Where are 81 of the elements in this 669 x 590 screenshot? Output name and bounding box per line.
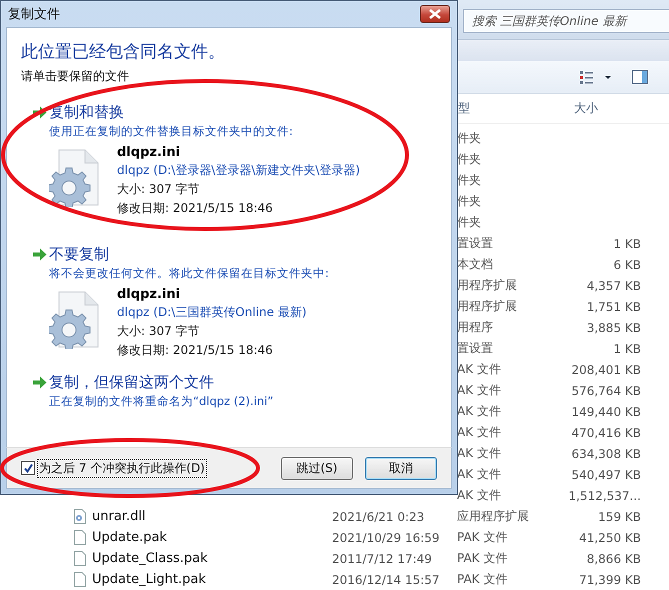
date-cell: 2016/12/14 15:57 bbox=[332, 572, 440, 586]
type-cell: 用程序扩展 bbox=[457, 278, 517, 292]
size-cell: 208,401 KB bbox=[571, 362, 641, 376]
file-icon bbox=[74, 572, 86, 587]
type-cell: 应用程序扩展 bbox=[457, 509, 529, 523]
type-cell: 件夹 bbox=[457, 152, 481, 166]
option-title[interactable]: 不要复制 bbox=[49, 245, 109, 264]
type-cell: AK 文件 bbox=[457, 446, 501, 460]
size-cell: 159 KB bbox=[598, 510, 641, 524]
date-cell: 2021/10/29 16:59 bbox=[332, 530, 440, 544]
size-cell: 540,497 KB bbox=[571, 468, 641, 482]
type-cell: 件夹 bbox=[457, 173, 481, 187]
option-title[interactable]: 复制，但保留这两个文件 bbox=[49, 373, 214, 392]
view-list-icon[interactable] bbox=[580, 70, 612, 84]
checkbox-label[interactable]: 为之后 7 个冲突执行此操作(D) bbox=[37, 458, 207, 478]
arrow-icon bbox=[33, 376, 47, 389]
file-location: dlqpz (D:\登录器\登录器\新建文件夹\登录器) bbox=[117, 162, 360, 179]
file-name[interactable]: Update_Class.pak bbox=[92, 551, 208, 566]
file-name[interactable]: Update_Light.pak bbox=[92, 572, 206, 587]
size-cell: 3,885 KB bbox=[586, 320, 641, 334]
close-button[interactable] bbox=[420, 5, 450, 23]
file-icon bbox=[74, 530, 86, 545]
dialog-button[interactable]: 跳过(S) bbox=[281, 456, 353, 480]
checkbox[interactable] bbox=[21, 461, 35, 475]
size-cell: 41,250 KB bbox=[579, 530, 641, 544]
type-cell: 用程序扩展 bbox=[457, 299, 517, 313]
type-cell: 置设置 bbox=[457, 341, 493, 355]
size-cell: 576,764 KB bbox=[571, 384, 641, 398]
preview-pane-icon[interactable] bbox=[632, 70, 648, 84]
arrow-icon bbox=[33, 248, 47, 261]
instruction-text: 请单击要保留的文件 bbox=[21, 68, 130, 85]
type-cell: 本文档 bbox=[457, 257, 493, 271]
type-cell: AK 文件 bbox=[457, 362, 501, 376]
file-name: dlqpz.ini bbox=[117, 145, 182, 160]
type-cell: AK 文件 bbox=[457, 467, 501, 481]
size-cell: 8,866 KB bbox=[586, 552, 641, 566]
option-description: 使用正在复制的文件替换目标文件夹中的文件: bbox=[49, 124, 294, 139]
option-description: 正在复制的文件将重命名为“dlqpz (2).ini” bbox=[49, 394, 274, 409]
size-cell: 1 KB bbox=[613, 342, 641, 356]
type-cell: 件夹 bbox=[457, 194, 481, 208]
size-cell: 71,399 KB bbox=[579, 572, 641, 586]
file-icon bbox=[74, 551, 86, 566]
settings-file-icon bbox=[49, 291, 101, 349]
type-cell: 件夹 bbox=[457, 215, 481, 229]
type-cell: PAK 文件 bbox=[457, 572, 508, 586]
file-location: dlqpz (D:\三国群英传Online 最新) bbox=[117, 304, 307, 321]
file-modified-date: 修改日期: 2021/5/15 18:46 bbox=[117, 200, 274, 217]
size-cell: 6 KB bbox=[613, 258, 641, 272]
close-icon bbox=[429, 9, 441, 19]
column-header[interactable]: 型 bbox=[458, 100, 570, 117]
type-cell: AK 文件 bbox=[457, 425, 501, 439]
type-cell: 件夹 bbox=[457, 131, 481, 145]
size-cell: 1 KB bbox=[613, 236, 641, 250]
dialog-heading: 此位置已经包含同名文件。 bbox=[21, 41, 225, 63]
size-cell: 149,440 KB bbox=[571, 404, 641, 418]
window-title: 复制文件 bbox=[7, 6, 60, 23]
size-cell: 1,751 KB bbox=[586, 300, 641, 314]
type-cell: AK 文件 bbox=[457, 488, 501, 502]
date-cell: 2011/7/12 17:49 bbox=[332, 552, 432, 566]
size-cell: 634,308 KB bbox=[571, 446, 641, 460]
type-cell: 用程序 bbox=[457, 320, 493, 334]
type-cell: PAK 文件 bbox=[457, 530, 508, 544]
file-size: 大小: 307 字节 bbox=[117, 323, 201, 340]
file-name[interactable]: Update.pak bbox=[92, 530, 167, 545]
type-cell: AK 文件 bbox=[457, 383, 501, 397]
size-cell: 470,416 KB bbox=[571, 426, 641, 440]
option-description: 将不会更改任何文件。将此文件保留在目标文件夹中: bbox=[49, 266, 330, 281]
size-cell: 4,357 KB bbox=[586, 278, 641, 292]
date-cell: 2021/6/21 0:23 bbox=[332, 510, 424, 524]
size-cell: 1,512,537... bbox=[568, 488, 641, 502]
dialog-button[interactable]: 取消 bbox=[365, 456, 437, 480]
file-size: 大小: 307 字节 bbox=[117, 181, 201, 198]
file-name: dlqpz.ini bbox=[117, 287, 182, 302]
file-name[interactable]: unrar.dll bbox=[92, 509, 146, 524]
type-cell: 置设置 bbox=[457, 236, 493, 250]
type-cell: AK 文件 bbox=[457, 404, 501, 418]
file-modified-date: 修改日期: 2021/5/15 18:46 bbox=[117, 342, 274, 359]
type-cell: PAK 文件 bbox=[457, 551, 508, 565]
column-header[interactable]: 大小 bbox=[570, 100, 598, 117]
search-field[interactable]: 搜索 三国群英传Online 最新 bbox=[463, 8, 669, 33]
settings-file-icon bbox=[49, 149, 101, 207]
